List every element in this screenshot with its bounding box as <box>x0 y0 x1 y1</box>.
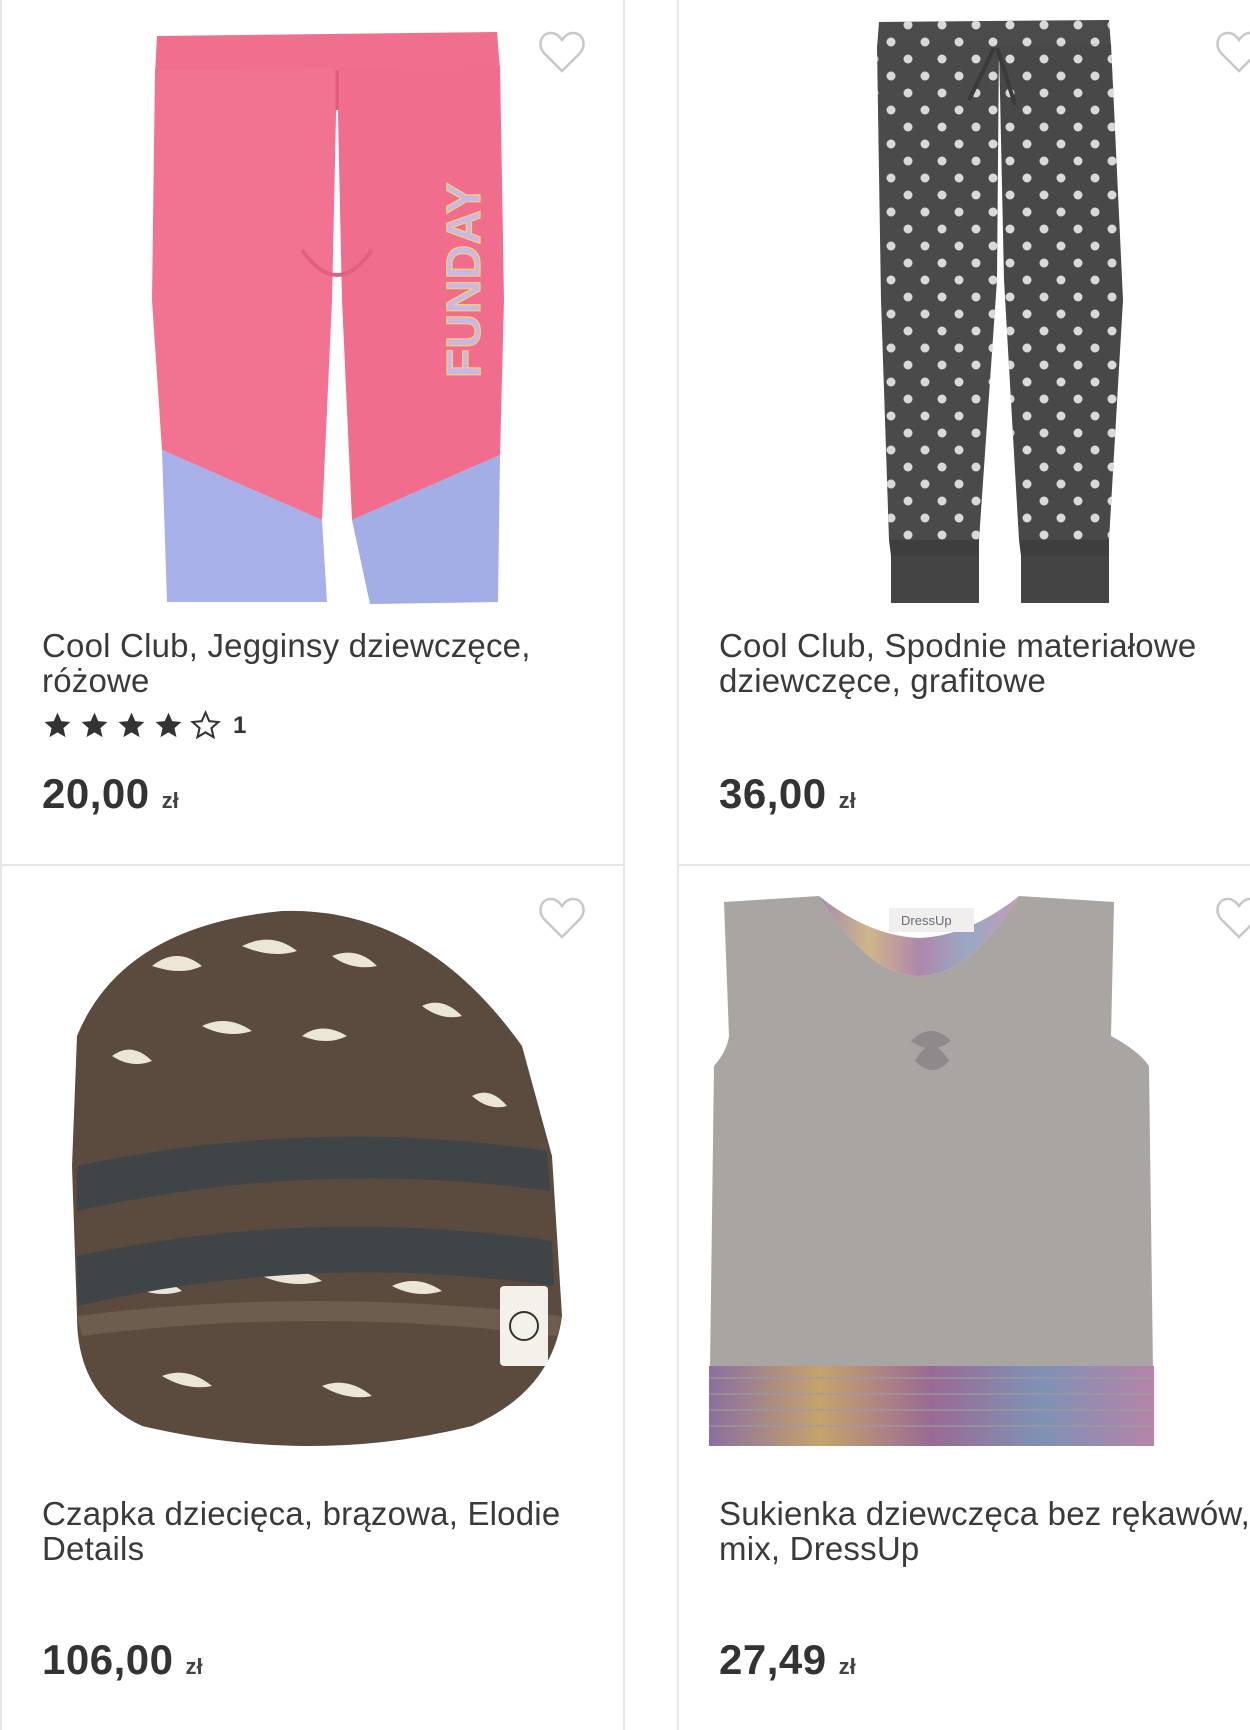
product-card[interactable]: Czapka dziecięca, brązowa, Elodie Detail… <box>0 864 625 1730</box>
star-filled-icon <box>155 712 182 738</box>
product-image[interactable] <box>679 0 1250 620</box>
product-title-line1: Cool Club, Jegginsy dziewczęce, <box>42 627 531 664</box>
price-amount: 36,00 <box>719 770 827 817</box>
product-title-line2: różowe <box>42 662 150 699</box>
star-filled-icon <box>118 712 145 738</box>
star-filled-icon <box>44 712 71 738</box>
product-image[interactable] <box>2 866 623 1486</box>
favorite-heart-icon[interactable] <box>1215 30 1250 74</box>
star-empty-icon <box>190 710 221 740</box>
product-title[interactable]: Cool Club, Jegginsy dziewczęce, różowe <box>42 628 603 698</box>
favorite-heart-icon[interactable] <box>538 30 586 74</box>
review-count: 1 <box>233 711 247 739</box>
price-amount: 106,00 <box>42 1636 174 1683</box>
product-title[interactable]: Czapka dziecięca, brązowa, Elodie Detail… <box>42 1496 603 1566</box>
grid-gutter <box>625 0 677 1730</box>
product-image[interactable]: DressUp <box>679 866 1250 1486</box>
favorite-heart-icon[interactable] <box>1215 896 1250 940</box>
product-card[interactable]: Cool Club, Spodnie materiałowe dziewczęc… <box>677 0 1250 866</box>
product-card[interactable]: DressUp Sukienka dziewczęca bez rękawów,… <box>677 864 1250 1730</box>
product-title-line1: Cool Club, Spodnie materiałowe <box>719 627 1197 664</box>
product-title-line1: Sukienka dziewczęca bez rękawów, <box>719 1495 1250 1532</box>
polka-dot-trousers-image <box>877 20 1123 603</box>
product-title-line2: mix, DressUp <box>719 1530 920 1567</box>
grey-sleeveless-dress-image: DressUp <box>709 896 1154 1446</box>
brown-beanie-image <box>72 910 562 1446</box>
funday-graphic-text: FUNDAY <box>438 182 491 378</box>
favorite-heart-icon[interactable] <box>538 896 586 940</box>
dressup-label-text: DressUp <box>901 913 952 928</box>
price-currency: zł <box>185 1654 203 1679</box>
product-card[interactable]: FUNDAY Cool Club, Jegginsy dziewczęce, r… <box>0 0 625 866</box>
product-image[interactable]: FUNDAY <box>2 0 623 620</box>
price-amount: 20,00 <box>42 770 150 817</box>
price-currency: zł <box>161 788 179 813</box>
product-title[interactable]: Sukienka dziewczęca bez rękawów, mix, Dr… <box>719 1496 1250 1566</box>
price-currency: zł <box>838 788 856 813</box>
product-title[interactable]: Cool Club, Spodnie materiałowe dziewczęc… <box>719 628 1250 698</box>
pink-leggings-image: FUNDAY <box>152 32 504 604</box>
product-price: 106,00 zł <box>42 1636 203 1684</box>
product-price: 27,49 zł <box>719 1636 856 1684</box>
product-rating: 1 <box>42 710 246 741</box>
product-title-line1: Czapka dziecięca, brązowa, Elodie <box>42 1495 561 1532</box>
product-price: 20,00 zł <box>42 770 179 818</box>
product-title-line2: Details <box>42 1530 145 1567</box>
star-filled-icon <box>81 712 108 738</box>
product-grid: FUNDAY Cool Club, Jegginsy dziewczęce, r… <box>0 0 1250 1730</box>
product-price: 36,00 zł <box>719 770 856 818</box>
product-title-line2: dziewczęce, grafitowe <box>719 662 1047 699</box>
price-amount: 27,49 <box>719 1636 827 1683</box>
price-currency: zł <box>838 1654 856 1679</box>
